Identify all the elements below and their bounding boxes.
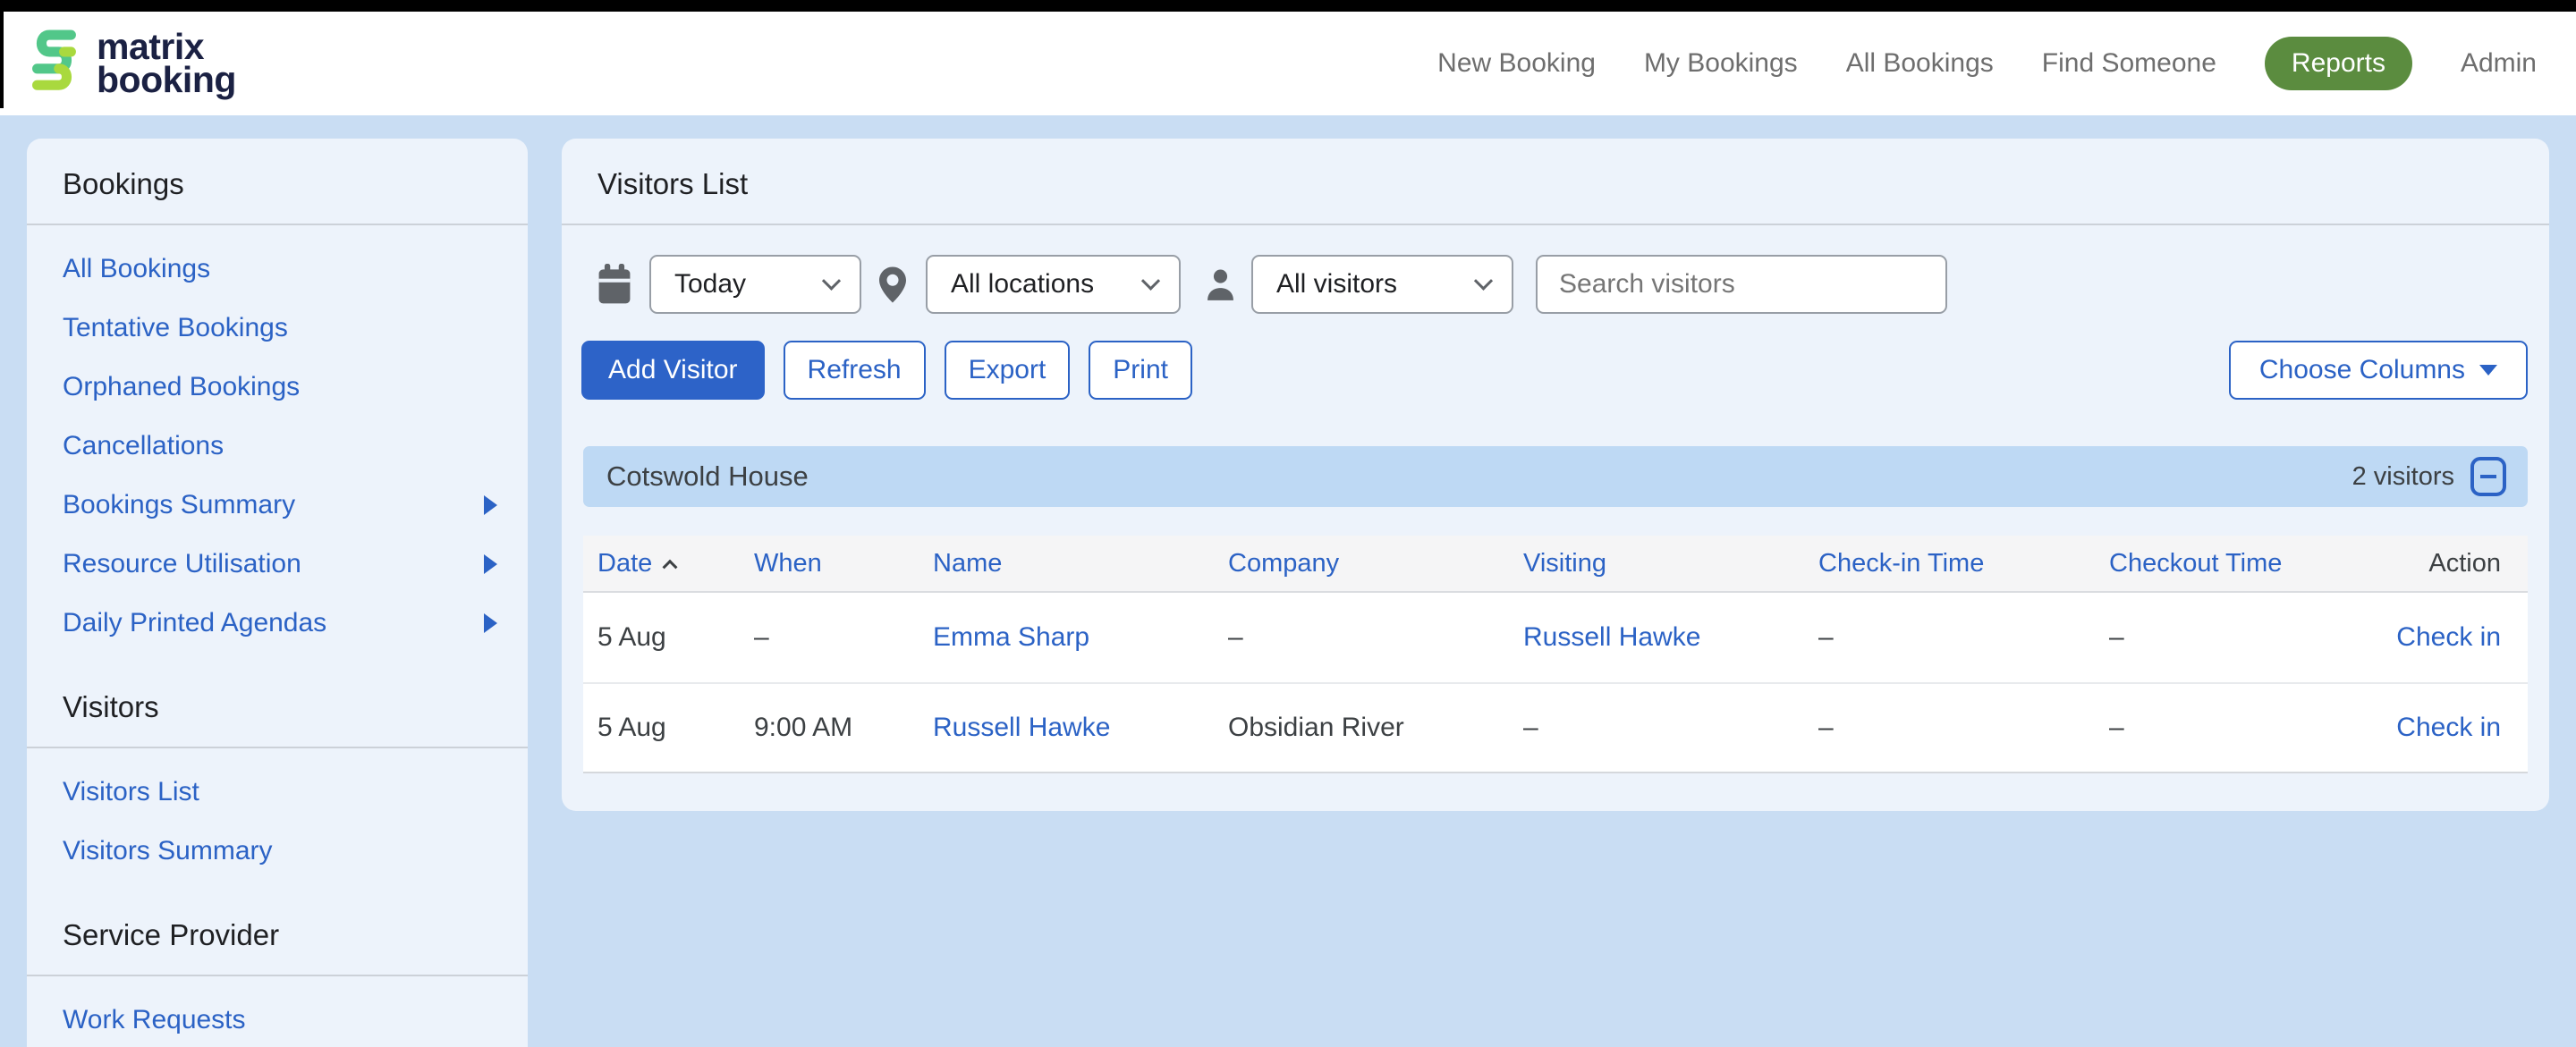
check-in-action-link[interactable]: Check in	[2390, 713, 2528, 743]
location-group-header: Cotswold House 2 visitors	[583, 446, 2528, 507]
page-title: Visitors List	[562, 139, 2549, 224]
divider	[562, 224, 2549, 225]
refresh-button[interactable]: Refresh	[784, 341, 926, 400]
column-header-name[interactable]: Name	[919, 549, 1214, 578]
sidebar-item-visitors-list[interactable]: Visitors List	[27, 763, 528, 822]
cell-when: –	[740, 622, 919, 653]
cell-company: Obsidian River	[1214, 713, 1509, 743]
chevron-down-icon	[822, 271, 841, 290]
sidebar-heading-visitors: Visitors	[27, 671, 528, 747]
print-button[interactable]: Print	[1089, 341, 1192, 400]
table-row: 5 Aug 9:00 AM Russell Hawke Obsidian Riv…	[583, 682, 2528, 772]
cell-checkin-time: –	[1804, 622, 2095, 653]
sidebar-item-visitors-summary[interactable]: Visitors Summary	[27, 822, 528, 881]
cell-date: 5 Aug	[583, 713, 740, 743]
submenu-arrow-icon	[484, 495, 497, 515]
cell-visiting: –	[1509, 713, 1804, 743]
add-visitor-button[interactable]: Add Visitor	[581, 341, 765, 400]
matrix-booking-logo[interactable]: matrix booking	[27, 26, 236, 101]
cell-checkin-time: –	[1804, 713, 2095, 743]
logo-wordmark: matrix booking	[97, 30, 236, 97]
calendar-icon	[597, 264, 631, 305]
sidebar-item-tentative-bookings[interactable]: Tentative Bookings	[27, 299, 528, 358]
group-name: Cotswold House	[606, 460, 809, 493]
actions-row: Add Visitor Refresh Export Print Choose …	[581, 341, 2528, 400]
location-pin-icon	[879, 266, 906, 303]
column-header-checkout-time[interactable]: Checkout Time	[2095, 549, 2390, 578]
person-icon	[1206, 268, 1235, 300]
check-in-action-link[interactable]: Check in	[2390, 622, 2528, 653]
chevron-down-icon	[1474, 271, 1493, 290]
cell-date: 5 Aug	[583, 622, 740, 653]
reports-sidebar: Bookings All Bookings Tentative Bookings…	[27, 139, 528, 1047]
submenu-arrow-icon	[484, 613, 497, 633]
nav-admin[interactable]: Admin	[2461, 48, 2537, 79]
submenu-arrow-icon	[484, 554, 497, 574]
filter-row: Today All locations All vis	[597, 255, 2528, 314]
sidebar-item-resource-utilisation[interactable]: Resource Utilisation	[27, 535, 528, 594]
nav-my-bookings[interactable]: My Bookings	[1644, 48, 1798, 79]
visitors-table: Date When Name Company Visiting Check-in…	[583, 536, 2528, 773]
cell-checkout-time: –	[2095, 622, 2390, 653]
location-filter-select[interactable]: All locations	[926, 255, 1181, 314]
column-header-checkin-time[interactable]: Check-in Time	[1804, 549, 2095, 578]
sidebar-item-cancellations[interactable]: Cancellations	[27, 417, 528, 476]
nav-reports[interactable]: Reports	[2265, 37, 2412, 90]
app-header: matrix booking New Booking My Bookings A…	[0, 12, 2576, 115]
table-header-row: Date When Name Company Visiting Check-in…	[583, 536, 2528, 593]
cell-when: 9:00 AM	[740, 713, 919, 743]
sidebar-item-orphaned-bookings[interactable]: Orphaned Bookings	[27, 358, 528, 417]
choose-columns-button[interactable]: Choose Columns	[2229, 341, 2528, 400]
visitor-name-link[interactable]: Russell Hawke	[919, 713, 1214, 743]
nav-all-bookings[interactable]: All Bookings	[1846, 48, 1994, 79]
date-filter-select[interactable]: Today	[649, 255, 861, 314]
column-header-when[interactable]: When	[740, 549, 919, 578]
sidebar-item-bookings-summary[interactable]: Bookings Summary	[27, 476, 528, 535]
sort-ascending-icon	[663, 560, 678, 575]
logo-icon	[27, 26, 80, 101]
search-input[interactable]	[1536, 255, 1947, 314]
chevron-down-icon	[1141, 271, 1160, 290]
visitor-filter-select[interactable]: All visitors	[1251, 255, 1513, 314]
column-header-date[interactable]: Date	[583, 549, 740, 578]
nav-new-booking[interactable]: New Booking	[1437, 48, 1596, 79]
visitor-count-badge: 2 visitors	[2352, 462, 2454, 492]
export-button[interactable]: Export	[945, 341, 1071, 400]
screen-edge-artifact	[0, 12, 4, 108]
sidebar-item-work-requests[interactable]: Work Requests	[27, 991, 528, 1047]
minus-square-icon	[2480, 475, 2496, 478]
visitors-list-panel: Visitors List Today	[562, 139, 2549, 811]
visiting-host-link[interactable]: Russell Hawke	[1509, 622, 1804, 653]
caret-down-icon	[2479, 365, 2497, 376]
visitor-name-link[interactable]: Emma Sharp	[919, 622, 1214, 653]
column-header-action: Action	[2390, 549, 2528, 578]
sidebar-heading-service-provider: Service Provider	[27, 899, 528, 975]
column-header-visiting[interactable]: Visiting	[1509, 549, 1804, 578]
main-nav: New Booking My Bookings All Bookings Fin…	[1437, 37, 2537, 90]
sidebar-heading-bookings: Bookings	[27, 139, 528, 224]
cell-company: –	[1214, 622, 1509, 653]
table-row: 5 Aug – Emma Sharp – Russell Hawke – – C…	[583, 593, 2528, 682]
sidebar-item-daily-printed-agendas[interactable]: Daily Printed Agendas	[27, 594, 528, 653]
collapse-group-button[interactable]	[2470, 457, 2506, 496]
cell-checkout-time: –	[2095, 713, 2390, 743]
column-header-company[interactable]: Company	[1214, 549, 1509, 578]
top-black-strip	[0, 0, 2576, 12]
nav-find-someone[interactable]: Find Someone	[2042, 48, 2216, 79]
sidebar-item-all-bookings[interactable]: All Bookings	[27, 240, 528, 299]
